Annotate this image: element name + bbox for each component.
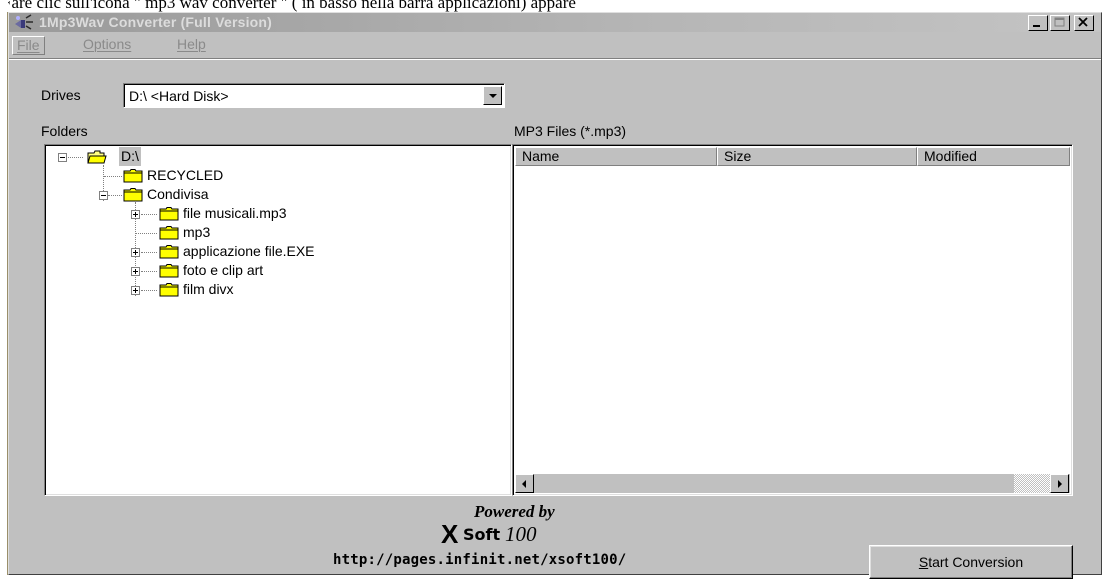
- tree-item-label: file musicali.mp3: [183, 205, 287, 221]
- menu-bar: File Options Help: [9, 33, 1101, 55]
- scroll-thumb[interactable]: [534, 474, 1014, 493]
- column-header-size[interactable]: Size: [717, 147, 917, 166]
- horizontal-scrollbar[interactable]: [515, 474, 1070, 493]
- tree-connector: [104, 176, 122, 178]
- tree-connector: [141, 290, 157, 292]
- column-header-modified[interactable]: Modified: [917, 147, 1070, 166]
- tree-item-label: RECYCLED: [147, 167, 224, 183]
- minimize-button[interactable]: [1028, 15, 1048, 31]
- xsoft100-logo: X Soft 100: [441, 521, 611, 547]
- app-icon: [15, 14, 33, 30]
- drives-select-value: D:\ <Hard Disk>: [129, 88, 229, 104]
- start-conversion-button[interactable]: Start Conversion: [869, 545, 1073, 579]
- tree-connector: [136, 233, 157, 235]
- mp3-file-list[interactable]: Name Size Modified: [512, 144, 1073, 496]
- logo-100: 100: [505, 522, 537, 546]
- minimize-icon: [1033, 25, 1040, 27]
- expand-icon[interactable]: [131, 286, 140, 295]
- tree-connector: [141, 252, 157, 254]
- tree-item-label: Condivisa: [147, 186, 209, 202]
- expand-icon[interactable]: [131, 267, 140, 276]
- scroll-right-button[interactable]: [1050, 474, 1069, 493]
- tree-item-label: film divx: [183, 281, 234, 297]
- arrow-right-icon: [1058, 480, 1062, 488]
- menu-file[interactable]: File: [12, 36, 45, 55]
- drives-dropdown-button[interactable]: [483, 86, 502, 105]
- collapse-icon[interactable]: [58, 153, 67, 162]
- folder-icon: [159, 245, 179, 259]
- folder-icon: [159, 226, 179, 240]
- collapse-icon[interactable]: [99, 191, 108, 200]
- drives-label: Drives: [41, 87, 81, 103]
- mp3-files-label: MP3 Files (*.mp3): [514, 123, 627, 139]
- tree-connector: [141, 214, 157, 216]
- start-conversion-label: Start Conversion: [918, 554, 1024, 570]
- website-url: http://pages.infinit.net/xsoft100/: [333, 552, 627, 568]
- close-icon: [1078, 17, 1088, 27]
- folder-icon: [123, 169, 143, 183]
- folder-icon: [159, 264, 179, 278]
- expand-icon[interactable]: [131, 210, 140, 219]
- tree-item-label: D:\: [119, 147, 141, 166]
- folder-icon: [159, 207, 179, 221]
- close-button[interactable]: [1074, 15, 1094, 31]
- title-bar[interactable]: 1Mp3Wav Converter (Full Version): [9, 13, 1101, 32]
- maximize-icon: [1054, 17, 1065, 27]
- logo-x: X: [441, 519, 459, 549]
- scroll-track[interactable]: [1014, 474, 1050, 493]
- expand-icon[interactable]: [131, 248, 140, 257]
- folder-open-icon: [87, 150, 107, 164]
- tree-item-label: foto e clip art: [183, 262, 264, 278]
- chevron-down-icon: [489, 94, 497, 98]
- arrow-left-icon: [522, 480, 526, 488]
- app-window: 1Mp3Wav Converter (Full Version) File Op…: [8, 12, 1102, 579]
- tree-item-label: applicazione file.EXE: [183, 243, 315, 259]
- tree-item-label: mp3: [183, 224, 211, 240]
- window-title: 1Mp3Wav Converter (Full Version): [39, 14, 273, 30]
- tree-connector: [141, 271, 157, 273]
- folder-icon: [159, 283, 179, 297]
- powered-by-text: Powered by: [474, 502, 555, 521]
- folder-tree[interactable]: D:\ RECYCLED Condivisa file musicali.mp3: [44, 144, 512, 496]
- menu-options[interactable]: Options: [83, 36, 131, 53]
- drives-select[interactable]: D:\ <Hard Disk>: [123, 83, 505, 108]
- tree-connector: [108, 195, 122, 197]
- maximize-button[interactable]: [1050, 15, 1070, 31]
- menu-help[interactable]: Help: [177, 36, 206, 53]
- folders-label: Folders: [41, 123, 88, 139]
- logo-soft: Soft: [463, 525, 501, 544]
- column-header-name[interactable]: Name: [515, 147, 717, 166]
- folder-icon: [123, 188, 143, 202]
- menu-separator-highlight: [9, 59, 1101, 60]
- scroll-left-button[interactable]: [515, 474, 534, 493]
